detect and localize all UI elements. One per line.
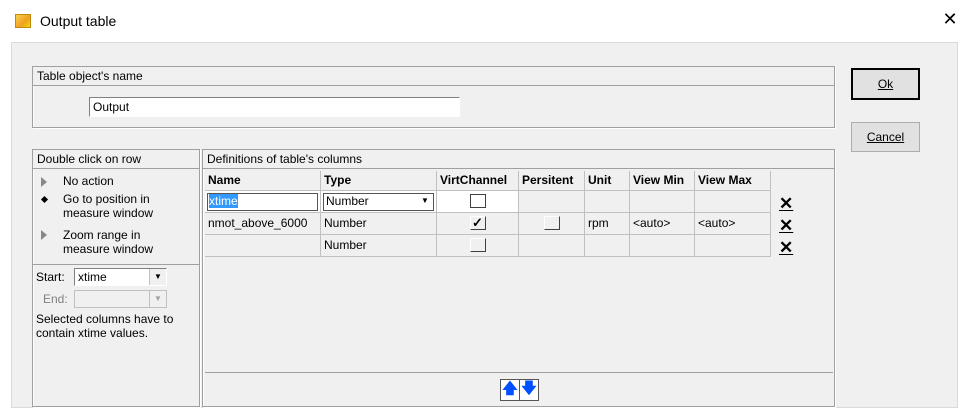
virtchannel-checkbox[interactable] [470,238,486,252]
option-label: Go to position in [63,192,150,206]
note-line: contain xtime values. [36,326,149,340]
columns-group: Definitions of table's columns Name Type… [202,149,835,407]
type-value: Number [326,194,369,208]
checkmark-icon: ✓ [472,215,483,230]
option-label: measure window [63,242,154,256]
name-group-caption: Table object's name [33,67,834,86]
view-min-cell[interactable] [630,191,695,213]
virtchannel-cell [437,235,519,257]
start-label: Start: [36,270,65,284]
columns-grid: Name Type VirtChannel Persitent Unit Vie… [205,171,833,371]
view-max-cell[interactable] [695,191,771,213]
header-type: Type [321,171,437,191]
option-label: No action [63,174,114,188]
unit-cell[interactable] [585,191,630,213]
triangle-icon [41,230,47,240]
divider [205,372,833,373]
window-title: Output table [40,13,117,29]
cancel-button[interactable]: Cancel [851,122,920,152]
header-view-min: View Min [630,171,695,191]
option-no-action[interactable]: No action [41,174,191,188]
note-line: Selected columns have to [36,312,174,326]
selected-diamond-icon [40,195,49,204]
triangle-icon [41,176,47,187]
header-view-max: View Max [695,171,771,191]
option-label: Zoom range in [63,228,141,242]
delete-row-icon[interactable]: ✕ [779,239,793,256]
end-combo: ▼ [74,290,167,308]
virtchannel-checkbox[interactable]: ✓ [470,215,486,230]
chevron-down-icon: ▼ [149,291,166,307]
view-max-cell[interactable]: <auto> [695,213,771,235]
persistent-cell [519,191,585,213]
type-cell[interactable]: Number [321,213,437,235]
columns-caption: Definitions of table's columns [203,150,834,169]
name-cell[interactable]: nmot_above_6000 [205,213,321,235]
ok-button[interactable]: Ok [851,68,920,100]
chevron-down-icon: ▼ [417,194,433,210]
type-combo[interactable]: Number ▼ [321,191,437,213]
move-up-button[interactable]: 🡅 [500,379,520,401]
view-max-cell[interactable] [695,235,771,257]
table-row[interactable]: xtime [205,191,321,213]
type-cell[interactable]: Number [321,235,437,257]
header-virtchannel: VirtChannel [437,171,519,191]
option-zoom-range[interactable]: Zoom range in measure window [41,228,191,260]
virtchannel-cell [437,191,519,213]
double-click-caption: Double click on row [33,150,199,169]
option-label: measure window [63,206,154,220]
header-unit: Unit [585,171,630,191]
header-name: Name [205,171,321,191]
view-min-cell[interactable] [630,235,695,257]
name-cell-selected[interactable]: xtime [209,194,238,208]
table-name-input[interactable]: Output [89,97,460,117]
app-icon [15,14,31,28]
columns-note: Selected columns have to contain xtime v… [36,312,196,340]
dialog-client: Table object's name Output Ok Cancel Dou… [11,42,958,408]
name-group: Table object's name Output [32,66,835,128]
header-persistent: Persitent [519,171,585,191]
cancel-label: Cancel [866,130,905,144]
start-combo[interactable]: xtime ▼ [74,268,167,286]
unit-cell[interactable]: rpm [585,213,630,235]
close-button[interactable]: ✕ [940,9,960,29]
persistent-cell [519,213,585,235]
unit-cell[interactable] [585,235,630,257]
double-click-group: Double click on row No action Go to posi… [32,149,200,407]
end-label: End: [43,292,68,306]
start-value: xtime [78,270,107,284]
move-down-button[interactable]: 🡇 [519,379,539,401]
virtchannel-cell: ✓ [437,213,519,235]
delete-row-icon[interactable]: ✕ [779,217,793,234]
title-bar: Output table ✕ [0,0,968,42]
divider [33,264,199,265]
virtchannel-checkbox[interactable] [470,194,486,208]
name-cell[interactable] [205,235,321,257]
delete-row-icon[interactable]: ✕ [779,195,793,212]
chevron-down-icon: ▼ [149,269,166,285]
option-go-to-position[interactable]: Go to position in measure window [40,192,191,224]
persistent-checkbox[interactable] [544,216,560,230]
ok-label: Ok [877,77,894,91]
view-min-cell[interactable]: <auto> [630,213,695,235]
persistent-cell[interactable] [519,235,585,257]
